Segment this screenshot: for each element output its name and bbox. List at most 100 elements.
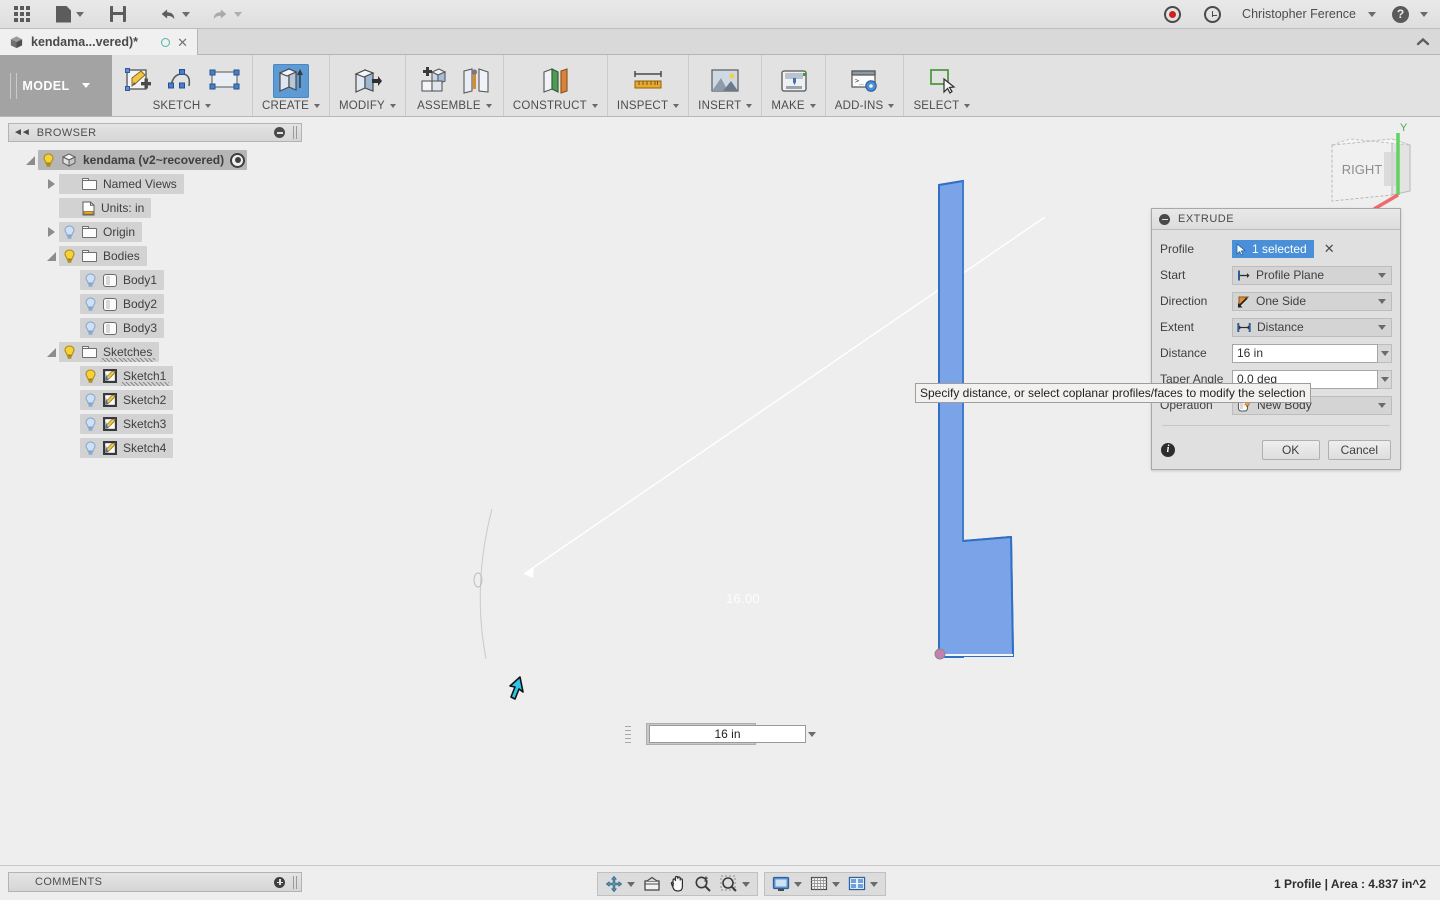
browser-tree-item-body1[interactable]: Body1 bbox=[8, 268, 302, 292]
add-comment-icon[interactable] bbox=[274, 876, 285, 888]
grid-snaps-icon[interactable] bbox=[806, 873, 844, 895]
tree-expander-expanded-icon[interactable] bbox=[43, 251, 59, 261]
distance-input[interactable]: 16 in bbox=[1232, 343, 1378, 363]
history-clock-icon[interactable] bbox=[1192, 0, 1232, 28]
orbit-icon[interactable] bbox=[601, 873, 639, 895]
redo-button[interactable] bbox=[200, 0, 252, 28]
ribbon-group-label-addins[interactable]: ADD-INS bbox=[835, 100, 895, 112]
comments-panel-header[interactable]: COMMENTS bbox=[8, 872, 302, 892]
scripts-addins-icon[interactable]: >_ bbox=[847, 64, 883, 98]
save-button[interactable] bbox=[96, 0, 140, 28]
select-icon[interactable] bbox=[924, 64, 960, 98]
undo-button[interactable] bbox=[148, 0, 200, 28]
workspace-switcher[interactable]: MODEL bbox=[0, 55, 112, 116]
browser-tree-item-sketch4[interactable]: Sketch4 bbox=[8, 436, 302, 460]
browser-tree-item-kendama-v2-recovered[interactable]: kendama (v2~recovered) bbox=[8, 148, 302, 172]
ribbon-group-label-make[interactable]: MAKE bbox=[771, 100, 816, 112]
ribbon-group-label-modify[interactable]: MODIFY bbox=[339, 100, 396, 112]
spline-icon[interactable] bbox=[164, 64, 200, 98]
tab-close-icon[interactable]: ✕ bbox=[177, 36, 188, 49]
tree-expander-expanded-icon[interactable] bbox=[43, 347, 59, 357]
tree-item-body[interactable]: Bodies bbox=[59, 246, 147, 266]
tree-item-body[interactable]: Sketch3 bbox=[80, 414, 174, 434]
ribbon-group-label-construct[interactable]: CONSTRUCT bbox=[513, 100, 598, 112]
tree-item-body[interactable]: Sketches bbox=[59, 342, 160, 362]
visibility-bulb-icon[interactable] bbox=[84, 392, 97, 408]
browser-tree-item-sketch2[interactable]: Sketch2 bbox=[8, 388, 302, 412]
tree-item-body[interactable]: Sketch2 bbox=[80, 390, 174, 410]
tree-item-body[interactable]: kendama (v2~recovered) bbox=[38, 150, 248, 170]
browser-tree-item-named-views[interactable]: Named Views bbox=[8, 172, 302, 196]
profile-selection-chip[interactable]: 1 selected bbox=[1232, 240, 1314, 258]
collapse-ribbon-icon[interactable] bbox=[1406, 29, 1440, 54]
tree-item-body[interactable]: Body1 bbox=[80, 270, 165, 290]
zoom-icon[interactable] bbox=[690, 873, 716, 895]
ribbon-group-label-select[interactable]: SELECT bbox=[913, 100, 971, 112]
insert-image-icon[interactable] bbox=[707, 64, 743, 98]
new-file-button[interactable] bbox=[44, 0, 96, 28]
visibility-bulb-icon[interactable] bbox=[63, 224, 76, 240]
joint-icon[interactable] bbox=[458, 64, 494, 98]
3d-print-icon[interactable] bbox=[776, 64, 812, 98]
browser-tree-item-sketch1[interactable]: Sketch1 bbox=[8, 364, 302, 388]
visibility-bulb-icon[interactable] bbox=[84, 320, 97, 336]
measure-icon[interactable] bbox=[630, 64, 666, 98]
viewport-layout-icon[interactable] bbox=[844, 873, 882, 895]
ribbon-group-label-insert[interactable]: INSERT bbox=[698, 100, 753, 112]
record-icon[interactable] bbox=[1152, 0, 1192, 28]
offset-plane-icon[interactable] bbox=[537, 64, 573, 98]
tree-expander-expanded-icon[interactable] bbox=[22, 155, 38, 165]
ribbon-group-label-sketch[interactable]: SKETCH bbox=[153, 100, 212, 112]
browser-collapse-icon[interactable]: ◄◄ bbox=[13, 127, 31, 138]
extrude-collapse-icon[interactable] bbox=[1159, 213, 1170, 225]
cancel-button[interactable]: Cancel bbox=[1327, 440, 1391, 460]
user-account-menu[interactable]: Christopher Ference bbox=[1232, 0, 1386, 28]
rectangle-icon[interactable] bbox=[207, 64, 243, 98]
taper-angle-dropdown-icon[interactable] bbox=[1378, 369, 1392, 389]
start-dropdown[interactable]: Profile Plane bbox=[1232, 265, 1392, 285]
tree-item-body[interactable]: Sketch4 bbox=[80, 438, 174, 458]
browser-tree-item-sketch3[interactable]: Sketch3 bbox=[8, 412, 302, 436]
inline-distance-input-group[interactable] bbox=[625, 723, 816, 745]
zoom-window-icon[interactable] bbox=[716, 873, 754, 895]
press-pull-icon[interactable] bbox=[349, 64, 385, 98]
browser-tree-item-body3[interactable]: Body3 bbox=[8, 316, 302, 340]
browser-tree-item-units-in[interactable]: Units: in bbox=[8, 196, 302, 220]
ribbon-group-label-inspect[interactable]: INSPECT bbox=[617, 100, 680, 112]
tree-expander-collapsed-icon[interactable] bbox=[43, 179, 59, 189]
tree-item-body[interactable]: Units: in bbox=[59, 198, 152, 218]
component-activate-icon[interactable] bbox=[230, 152, 246, 168]
ribbon-group-label-assemble[interactable]: ASSEMBLE bbox=[417, 100, 492, 112]
visibility-bulb-icon[interactable] bbox=[84, 296, 97, 312]
browser-minimize-icon[interactable] bbox=[274, 127, 285, 138]
look-at-icon[interactable] bbox=[639, 873, 665, 895]
input-drag-grip[interactable] bbox=[625, 726, 631, 744]
info-icon[interactable]: i bbox=[1161, 443, 1175, 457]
document-tab[interactable]: kendama...vered)* ✕ bbox=[0, 29, 198, 55]
clear-profile-selection-icon[interactable]: ✕ bbox=[1324, 241, 1335, 257]
ribbon-group-label-create[interactable]: CREATE bbox=[262, 100, 320, 112]
inline-distance-input[interactable] bbox=[649, 725, 806, 743]
new-component-icon[interactable] bbox=[415, 64, 451, 98]
distance-dropdown-icon[interactable] bbox=[1378, 343, 1392, 363]
visibility-bulb-icon[interactable] bbox=[63, 248, 76, 264]
comments-resize-grip[interactable] bbox=[293, 875, 297, 889]
visibility-bulb-icon[interactable] bbox=[84, 416, 97, 432]
create-sketch-icon[interactable] bbox=[121, 64, 157, 98]
extrude-icon[interactable] bbox=[273, 63, 309, 98]
browser-tree-item-body2[interactable]: Body2 bbox=[8, 292, 302, 316]
pan-hand-icon[interactable] bbox=[665, 873, 690, 895]
extent-dropdown[interactable]: Distance bbox=[1232, 317, 1392, 337]
direction-dropdown[interactable]: One Side bbox=[1232, 291, 1392, 311]
browser-resize-grip[interactable] bbox=[293, 126, 297, 139]
visibility-bulb-icon[interactable] bbox=[63, 344, 76, 360]
tree-expander-collapsed-icon[interactable] bbox=[43, 227, 59, 237]
visibility-bulb-icon[interactable] bbox=[84, 272, 97, 288]
tree-item-body[interactable]: Named Views bbox=[59, 174, 184, 194]
visibility-bulb-icon[interactable] bbox=[42, 152, 55, 168]
tree-item-body[interactable]: Body3 bbox=[80, 318, 165, 338]
browser-tree-item-bodies[interactable]: Bodies bbox=[8, 244, 302, 268]
help-menu[interactable]: ? bbox=[1386, 0, 1440, 28]
browser-tree-item-origin[interactable]: Origin bbox=[8, 220, 302, 244]
tree-item-body[interactable]: Origin bbox=[59, 222, 143, 242]
